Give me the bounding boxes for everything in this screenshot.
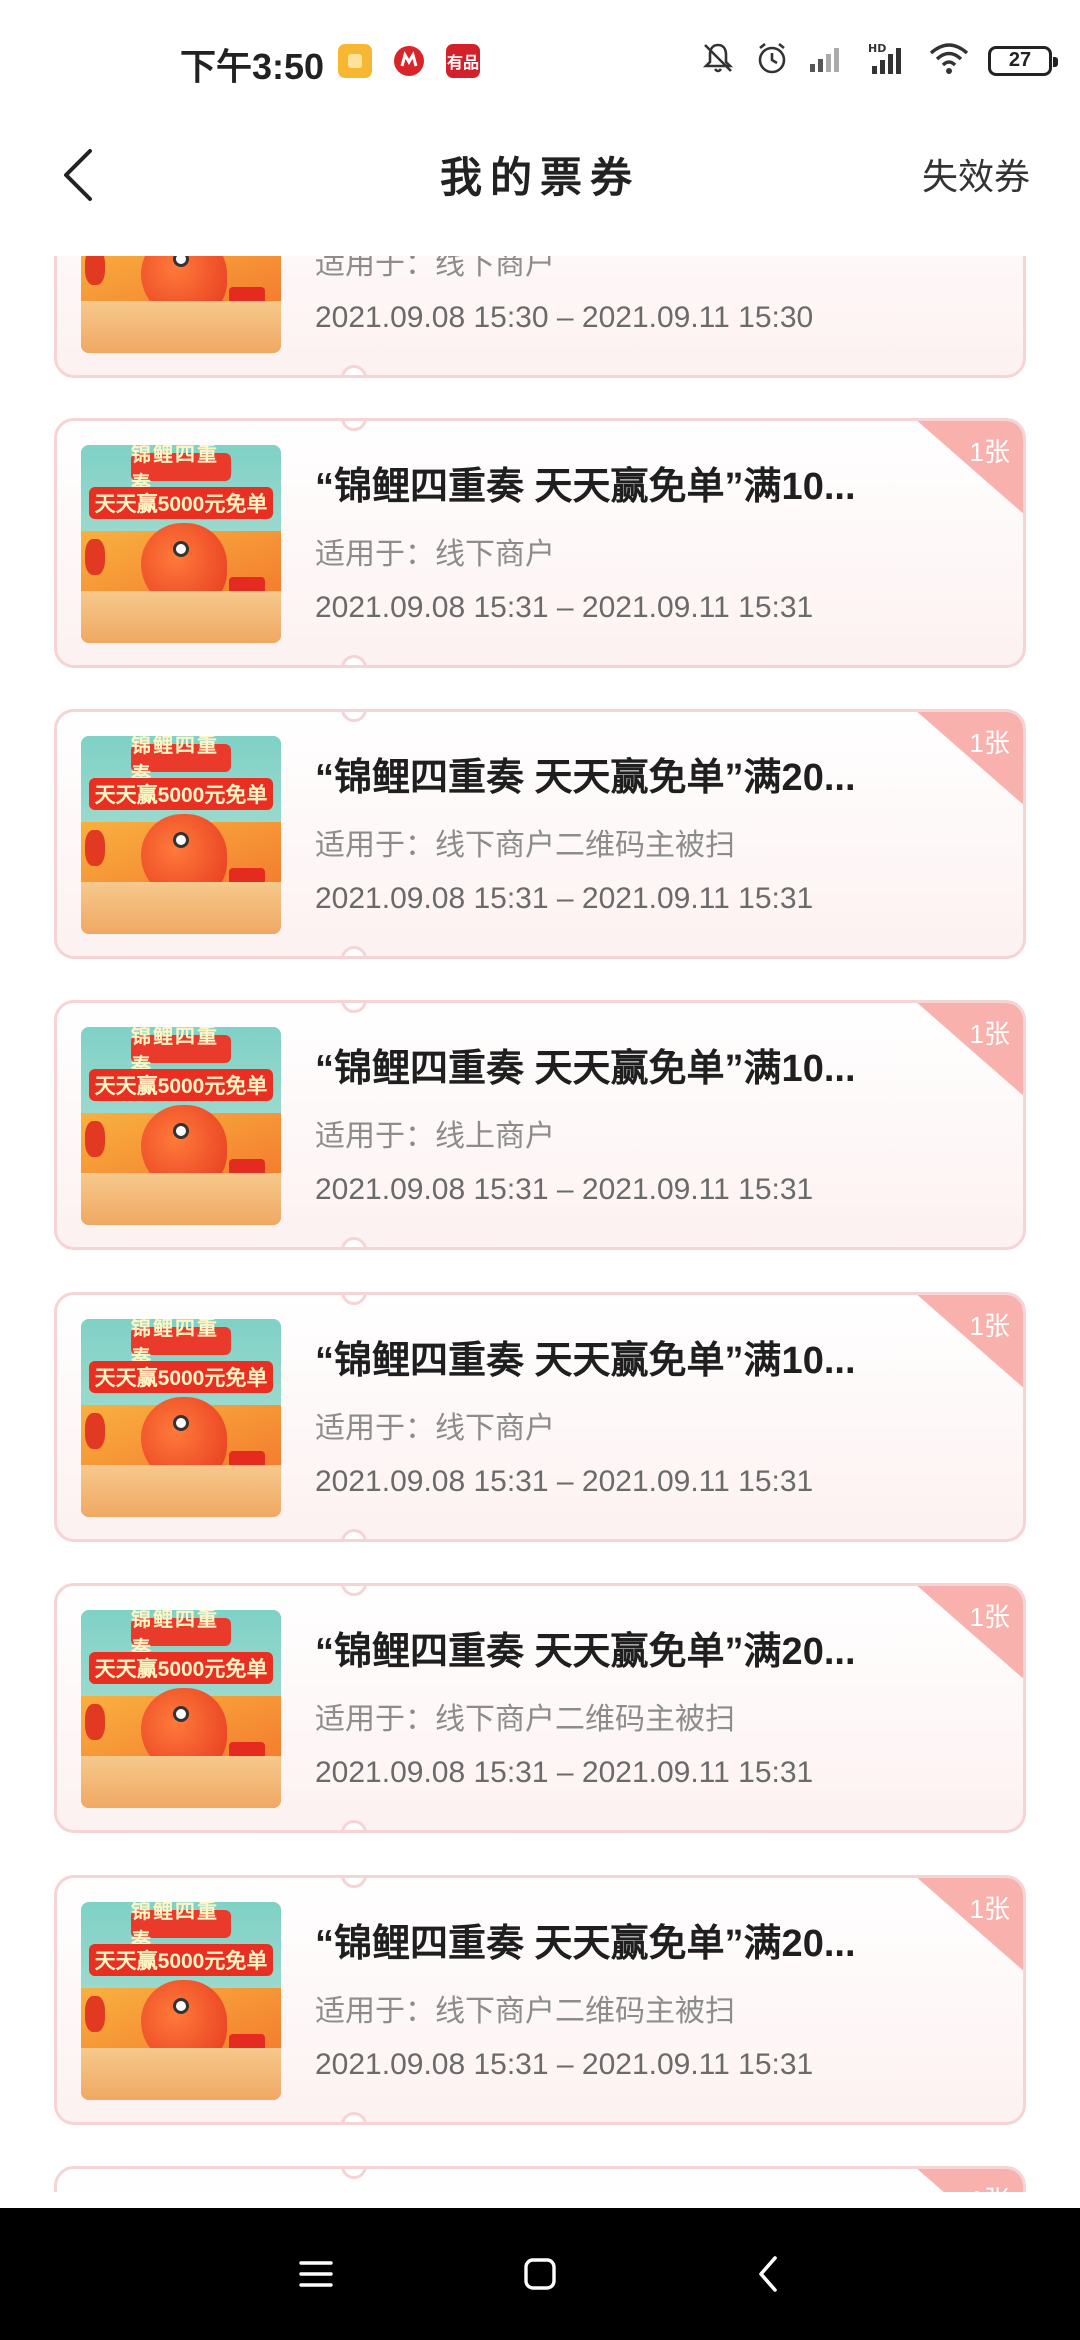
status-bar: 下午3:50 有品 HD 27 <box>0 0 1080 120</box>
coupon-title: “锦鲤四重奏 天天赢免单”满10... <box>315 1340 856 1382</box>
card-notch <box>341 1003 367 1013</box>
wifi-icon <box>928 41 970 80</box>
coupon-validity: 2021.09.08 15:30 – 2021.09.11 15:30 <box>315 301 814 334</box>
coupon-scope: 适用于：线下商户 <box>315 1412 555 1445</box>
coupon-thumbnail: 锦鲤四重奏 天天赢5000元免单 <box>81 1610 281 1808</box>
coupon-scope: 适用于：线下商户 <box>315 538 555 571</box>
coupon-count-badge: 1张 <box>914 1878 1023 1973</box>
card-notch <box>341 365 367 375</box>
status-app-icons: 有品 <box>338 44 480 78</box>
coupon-thumbnail: 锦鲤四重奏 天天赢5000元免单 <box>81 1902 281 2100</box>
coupon-card[interactable]: 锦鲤四重奏 天天赢5000元免单 “锦鲤四重奏 天天赢免单”满20... 适用于… <box>54 1875 1026 2125</box>
card-notch <box>341 421 367 431</box>
coupon-card[interactable]: 1张 <box>54 2166 1026 2192</box>
coupon-count-badge: 1张 <box>914 421 1023 516</box>
system-navigation-bar <box>0 2208 1080 2340</box>
card-notch <box>341 1820 367 1830</box>
coupon-thumbnail: 锦鲤四重奏 天天赢5000元免单 <box>81 256 281 353</box>
coupon-card[interactable]: 锦鲤四重奏 天天赢5000元免单 “锦鲤四重奏 天天赢免单”满10... 适用于… <box>54 418 1026 668</box>
coupon-card[interactable]: 锦鲤四重奏 天天赢5000元免单 “锦鲤四重奏 天天赢免单”满10... 适用于… <box>54 1000 1026 1250</box>
menu-button[interactable] <box>288 2248 344 2300</box>
card-notch <box>341 712 367 722</box>
page-header: 我的票券 失效券 <box>0 120 1080 230</box>
square-home-icon <box>524 2258 556 2290</box>
coupon-validity: 2021.09.08 15:31 – 2021.09.11 15:31 <box>315 591 814 624</box>
mute-icon <box>700 40 736 81</box>
triangle-back-icon <box>759 2256 777 2292</box>
page-title: 我的票券 <box>439 154 640 201</box>
expired-coupons-link[interactable]: 失效券 <box>922 148 1030 200</box>
svg-text:HD: HD <box>868 42 886 55</box>
notes-app-icon <box>338 44 372 78</box>
battery-indicator: 27 <box>988 45 1058 76</box>
card-notch <box>341 1586 367 1596</box>
card-notch <box>341 1878 367 1888</box>
card-notch <box>341 1295 367 1305</box>
coupon-scope: 适用于：线上商户 <box>315 1120 555 1153</box>
coupon-title: “锦鲤四重奏 天天赢免单”满10... <box>315 1048 856 1090</box>
coupon-validity: 2021.09.08 15:31 – 2021.09.11 15:31 <box>315 2048 814 2081</box>
coupon-validity: 2021.09.08 15:31 – 2021.09.11 15:31 <box>315 1465 814 1498</box>
card-notch <box>341 1237 367 1247</box>
card-notch <box>341 2169 367 2179</box>
menu-icon <box>299 2261 333 2287</box>
coupon-card[interactable]: 锦鲤四重奏 天天赢5000元免单 “锦鲤四重奏 天天赢免单”满20... 适用于… <box>54 709 1026 959</box>
status-indicators: HD 27 <box>700 40 1058 81</box>
coupon-thumbnail: 锦鲤四重奏 天天赢5000元免单 <box>81 1027 281 1225</box>
coupon-validity: 2021.09.08 15:31 – 2021.09.11 15:31 <box>315 882 814 915</box>
coupon-title: “锦鲤四重奏 天天赢免单”满20... <box>315 1923 856 1965</box>
coupon-validity: 2021.09.08 15:31 – 2021.09.11 15:31 <box>315 1756 814 1789</box>
card-notch <box>341 655 367 665</box>
alarm-icon <box>754 40 790 81</box>
youpin-app-label: 有品 <box>446 55 479 72</box>
hd-signal-icon: HD <box>866 40 910 81</box>
coupon-count-badge: 1张 <box>914 1295 1023 1390</box>
home-button[interactable] <box>512 2248 568 2300</box>
coupon-card[interactable]: 锦鲤四重奏 天天赢5000元免单 适用于：线下商户 2021.09.08 15:… <box>54 256 1026 378</box>
coupon-scope: 适用于：线下商户 <box>315 256 555 281</box>
coupon-validity: 2021.09.08 15:31 – 2021.09.11 15:31 <box>315 1173 814 1206</box>
card-notch <box>341 946 367 956</box>
coupon-card[interactable]: 锦鲤四重奏 天天赢5000元免单 “锦鲤四重奏 天天赢免单”满10... 适用于… <box>54 1292 1026 1542</box>
coupon-thumbnail: 锦鲤四重奏 天天赢5000元免单 <box>81 736 281 934</box>
coupon-title: “锦鲤四重奏 天天赢免单”满20... <box>315 757 856 799</box>
coupon-title: “锦鲤四重奏 天天赢免单”满20... <box>315 1631 856 1673</box>
coupon-count-badge: 1张 <box>914 2169 1023 2192</box>
card-notch <box>341 2112 367 2122</box>
coupon-count-badge: 1张 <box>914 712 1023 807</box>
back-nav-button[interactable] <box>740 2248 796 2300</box>
coupon-card[interactable]: 锦鲤四重奏 天天赢5000元免单 “锦鲤四重奏 天天赢免单”满20... 适用于… <box>54 1583 1026 1833</box>
status-time: 下午3:50 <box>180 46 325 87</box>
coupon-thumbnail: 锦鲤四重奏 天天赢5000元免单 <box>81 1319 281 1517</box>
card-notch <box>341 1529 367 1539</box>
coupon-scope: 适用于：线下商户二维码主被扫 <box>315 829 735 862</box>
coupon-scope: 适用于：线下商户二维码主被扫 <box>315 1995 735 2028</box>
youpin-app-icon: 有品 <box>446 44 480 78</box>
coupon-count-badge: 1张 <box>914 1003 1023 1098</box>
coupon-list[interactable]: 锦鲤四重奏 天天赢5000元免单 适用于：线下商户 2021.09.08 15:… <box>0 256 1080 2192</box>
coupon-title: “锦鲤四重奏 天天赢免单”满10... <box>315 466 856 508</box>
coupon-scope: 适用于：线下商户二维码主被扫 <box>315 1703 735 1736</box>
signal-icon <box>808 42 848 79</box>
coupon-thumbnail: 锦鲤四重奏 天天赢5000元免单 <box>81 445 281 643</box>
coupon-count-badge: 1张 <box>914 1586 1023 1681</box>
cmb-app-icon <box>392 44 426 78</box>
